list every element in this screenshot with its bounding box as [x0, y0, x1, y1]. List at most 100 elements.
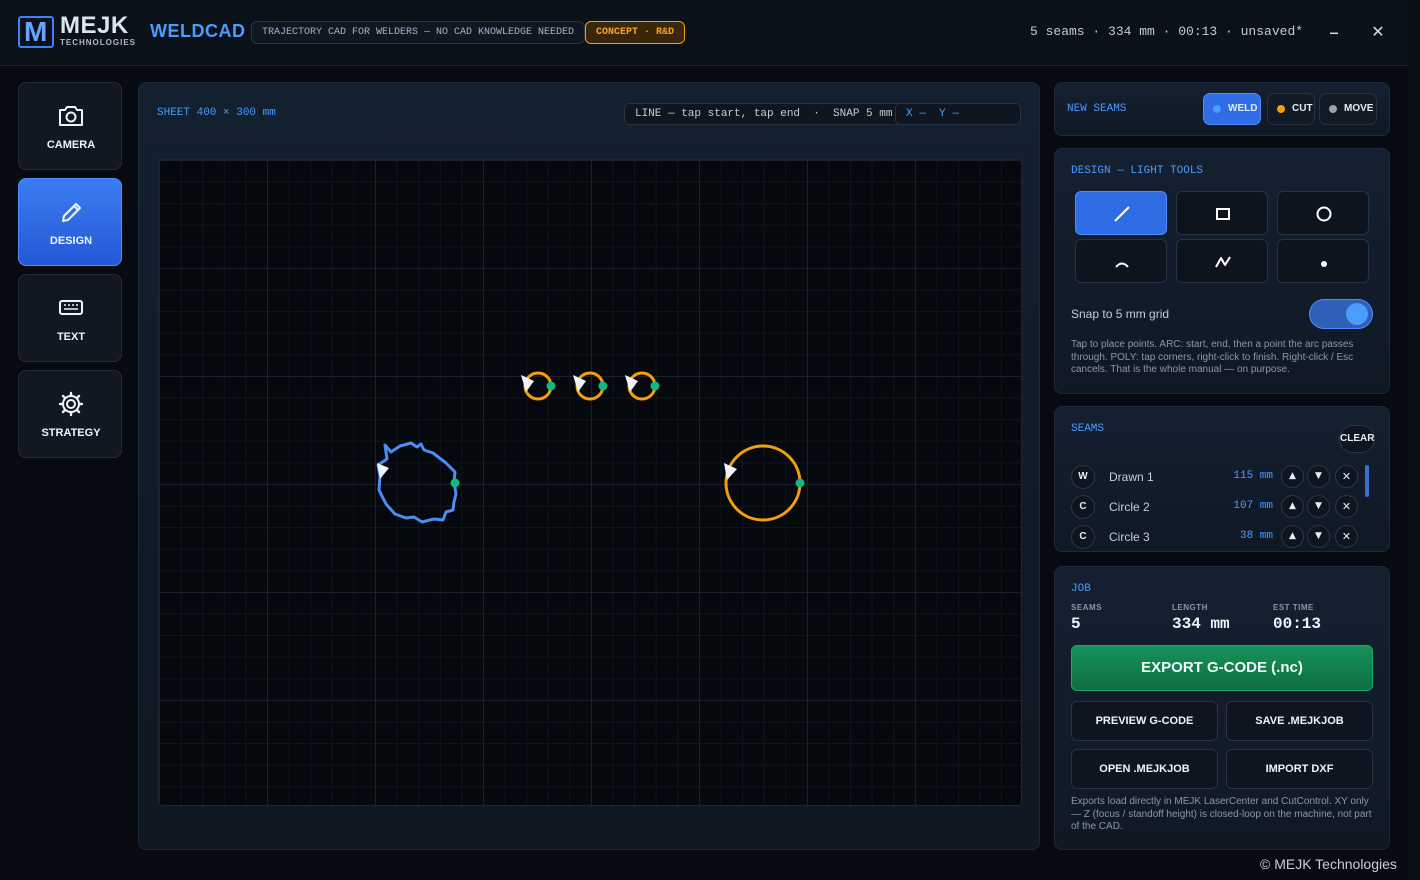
move-up-button[interactable]: ▲ [1281, 525, 1304, 548]
point-icon [1321, 261, 1327, 267]
job-status: 5 seams · 334 mm · 00:13 · unsaved* [1030, 24, 1304, 39]
design-canvas-panel: SHEET 400 × 300 mm LINE — tap start, tap… [138, 82, 1040, 850]
mejk-logo-icon: M [18, 16, 54, 48]
new-seams-title: NEW SEAMS [1067, 103, 1127, 115]
length-stat-label: LENGTH [1172, 603, 1208, 612]
import-dxf-button[interactable]: IMPORT DXF [1226, 749, 1373, 789]
design-tools-panel: DESIGN — LIGHT TOOLS Snap to 5 mm grid T… [1054, 148, 1390, 394]
seam-type-badge: W [1071, 465, 1095, 489]
mode-weld-button[interactable]: WELD [1203, 93, 1261, 125]
move-up-button[interactable]: ▲ [1281, 465, 1304, 488]
seams-stat-label: SEAMS [1071, 603, 1102, 612]
seam-length: 115 mm [1233, 470, 1273, 482]
seams-title: SEAMS [1071, 423, 1105, 435]
new-seams-panel: NEW SEAMS WELD CUT MOVE [1054, 82, 1390, 136]
app-title: WELDCAD [150, 21, 246, 41]
sidebar-item-design[interactable]: DESIGN [18, 178, 122, 266]
export-gcode-button[interactable]: EXPORT G-CODE (.nc) [1071, 645, 1373, 691]
seam-row[interactable]: C Circle 2 107 mm ▲ ▼ ✕ [1071, 493, 1383, 521]
open-job-button[interactable]: OPEN .MEJKJOB [1071, 749, 1218, 789]
job-title: JOB [1071, 583, 1091, 595]
polyline-icon [1215, 256, 1231, 268]
minimize-button[interactable]: – [1322, 20, 1346, 44]
seam-length: 38 mm [1239, 530, 1273, 542]
rectangle-icon [1216, 208, 1230, 220]
seam-drawn-1[interactable] [376, 441, 458, 524]
remove-seam-button[interactable]: ✕ [1335, 525, 1358, 548]
sidebar-item-camera[interactable]: CAMERA [18, 82, 122, 170]
concept-badge: CONCEPT · R&D [585, 21, 686, 44]
drawing-grid[interactable] [158, 159, 1022, 806]
snap-toggle[interactable] [1309, 299, 1373, 329]
seam-layer [376, 371, 805, 524]
line-icon [1114, 206, 1130, 222]
copyright-footer: © MEJK Technologies [1260, 856, 1397, 872]
tool-hint: LINE — tap start, tap end · SNAP 5 mm [624, 103, 904, 125]
mode-cut-button[interactable]: CUT [1267, 93, 1315, 125]
close-button[interactable]: ✕ [1366, 20, 1390, 44]
seam-start-marker [546, 381, 556, 391]
preview-gcode-button[interactable]: PREVIEW G-CODE [1071, 701, 1218, 741]
sidebar-item-text[interactable]: TEXT [18, 274, 122, 362]
brand-name: MEJK [60, 12, 129, 39]
save-job-button[interactable]: SAVE .MEJKJOB [1226, 701, 1373, 741]
mode-move-button[interactable]: MOVE [1319, 93, 1377, 125]
export-note: Exports load directly in MEJK LaserCente… [1071, 796, 1372, 832]
seam-start-marker [650, 381, 660, 391]
move-down-button[interactable]: ▼ [1307, 495, 1330, 518]
arc-icon [1115, 262, 1129, 268]
time-stat-value: 00:13 [1273, 615, 1322, 633]
sheet-size-label: SHEET 400 × 300 mm [157, 107, 276, 119]
seams-panel: SEAMS CLEAR W Drawn 1 115 mm ▲ ▼ ✕ C Cir… [1054, 406, 1390, 552]
time-stat-label: EST TIME [1273, 603, 1314, 612]
tool-line-button[interactable] [1075, 191, 1167, 235]
tool-rectangle-button[interactable] [1176, 191, 1268, 235]
app-header: M MEJK TECHNOLOGIES WELDCAD TRAJECTORY C… [0, 0, 1408, 66]
seams-scrollbar[interactable] [1365, 465, 1369, 497]
remove-seam-button[interactable]: ✕ [1335, 495, 1358, 518]
seam-name: Circle 2 [1109, 500, 1150, 514]
seam-circle-2[interactable] [724, 444, 802, 522]
snap-label: Snap to 5 mm grid [1071, 307, 1170, 321]
seam-type-badge: C [1071, 525, 1095, 549]
tool-arc-button[interactable] [1075, 239, 1167, 283]
toggle-knob [1346, 303, 1368, 325]
seam-type-badge: C [1071, 495, 1095, 519]
remove-seam-button[interactable]: ✕ [1335, 465, 1358, 488]
window-edge [1408, 0, 1420, 880]
seams-stat-value: 5 [1071, 615, 1081, 633]
brand-subtitle: TECHNOLOGIES [60, 38, 137, 47]
tagline-pill: TRAJECTORY CAD FOR WELDERS — NO CAD KNOW… [251, 21, 586, 44]
seam-length: 107 mm [1233, 500, 1273, 512]
sidebar-item-label: STRATEGY [41, 427, 101, 439]
job-panel: JOB SEAMS 5 LENGTH 334 mm EST TIME 00:13… [1054, 566, 1390, 850]
keyboard-icon [59, 300, 83, 315]
sidebar-item-label: CAMERA [46, 139, 96, 151]
seam-row[interactable]: C Circle 3 38 mm ▲ ▼ ✕ [1071, 523, 1383, 551]
move-dot-icon [1329, 105, 1337, 113]
sidebar-item-label: DESIGN [49, 235, 93, 247]
seam-start-marker [795, 478, 805, 488]
design-tools-title: DESIGN — LIGHT TOOLS [1071, 165, 1204, 177]
move-down-button[interactable]: ▼ [1307, 465, 1330, 488]
sidebar-item-strategy[interactable]: STRATEGY [18, 370, 122, 458]
move-up-button[interactable]: ▲ [1281, 495, 1304, 518]
design-help-text: Tap to place points. ARC: start, end, th… [1071, 339, 1354, 375]
pencil-icon [62, 203, 81, 222]
seam-row[interactable]: W Drawn 1 115 mm ▲ ▼ ✕ [1071, 463, 1383, 491]
tool-circle-button[interactable] [1277, 191, 1369, 235]
seam-start-marker [598, 381, 608, 391]
move-down-button[interactable]: ▼ [1307, 525, 1330, 548]
seam-name: Circle 3 [1109, 530, 1150, 544]
tool-polyline-button[interactable] [1176, 239, 1268, 283]
sidebar-item-label: TEXT [56, 331, 86, 343]
clear-seams-button[interactable]: CLEAR [1339, 425, 1375, 453]
camera-icon [59, 106, 83, 126]
length-stat-value: 334 mm [1172, 615, 1230, 633]
weld-dot-icon [1213, 105, 1221, 113]
seam-name: Drawn 1 [1109, 470, 1154, 484]
tool-point-button[interactable] [1277, 239, 1369, 283]
cursor-coordinates: X — Y — [895, 103, 1021, 125]
gear-icon [58, 391, 84, 417]
cut-dot-icon [1277, 105, 1285, 113]
